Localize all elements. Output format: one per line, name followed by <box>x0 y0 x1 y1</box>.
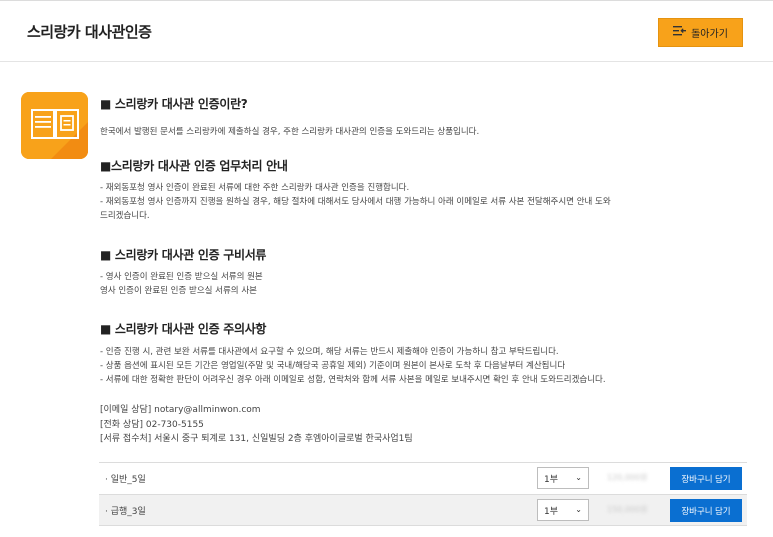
page-title: 스리랑카 대사관인증 <box>27 23 152 41</box>
option-price: 120,000원 <box>607 473 648 482</box>
documents-section: ■ 스리랑카 대사관 인증 구비서류 - 영사 인증이 완료된 인증 받으실 서… <box>100 246 740 298</box>
intro-heading: ■ 스리랑카 대사관 인증이란? <box>100 97 248 111</box>
add-to-cart-button[interactable]: 장바구니 담기 <box>670 499 742 522</box>
cautions-line-2: - 상품 옵션에 표시된 모든 기간은 영업일(주말 및 국내/해당국 공휴일 … <box>100 361 566 371</box>
intro-line: 한국에서 발행된 문서를 스리랑카에 제출하실 경우, 주한 스리랑카 대사관의… <box>100 127 480 137</box>
cautions-line-1: - 인증 진행 시, 관련 보완 서류를 대사관에서 요구할 수 있으며, 해당… <box>100 347 559 357</box>
process-line-2: - 재외동포청 영사 인증까지 진행을 원하실 경우, 해당 절차에 대해서도 … <box>100 197 611 207</box>
quantity-value: 1부 <box>544 506 559 517</box>
option-price: 150,000원 <box>607 505 648 514</box>
quantity-select[interactable]: 1부 ⌄ <box>537 499 589 521</box>
option-name: · 일반_5일 <box>105 475 146 485</box>
contact-address: [서류 접수처] 서울시 중구 퇴계로 131, 신일빌딩 2층 후엠아이글로벌… <box>100 434 413 444</box>
chevron-down-icon: ⌄ <box>575 505 582 514</box>
process-heading: ■스리랑카 대사관 인증 업무처리 안내 <box>100 159 288 173</box>
cautions-heading: ■ 스리랑카 대사관 인증 주의사항 <box>100 322 267 336</box>
contact-section: [이메일 상담] notary@allminwon.com [전화 상담] 02… <box>100 403 740 447</box>
documents-heading: ■ 스리랑카 대사관 인증 구비서류 <box>100 248 267 262</box>
documents-line-1: - 영사 인증이 완료된 인증 받으실 서류의 원본 <box>100 272 263 282</box>
process-section: ■스리랑카 대사관 인증 업무처리 안내 - 재외동포청 영사 인증이 완료된 … <box>100 157 740 223</box>
back-button-label: 돌아가기 <box>691 29 728 40</box>
quantity-value: 1부 <box>544 474 559 485</box>
option-row: · 일반_5일 1부 ⌄ 120,000원 장바구니 담기 <box>99 462 747 494</box>
contact-email: [이메일 상담] notary@allminwon.com <box>100 405 261 415</box>
option-row: · 급행_3일 1부 ⌄ 150,000원 장바구니 담기 <box>99 494 747 526</box>
documents-line-2: 영사 인증이 완료된 인증 받으실 서류의 사본 <box>100 286 257 296</box>
header: 스리랑카 대사관인증 돌아가기 <box>0 0 773 62</box>
cautions-line-3: - 서류에 대한 정확한 판단이 어려우신 경우 아래 이메일로 성함, 연락처… <box>100 375 606 385</box>
document-icon <box>21 92 88 159</box>
back-button[interactable]: 돌아가기 <box>658 18 743 47</box>
option-name: · 급행_3일 <box>105 507 146 517</box>
add-to-cart-button[interactable]: 장바구니 담기 <box>670 467 742 490</box>
contact-phone: [전화 상담] 02-730-5155 <box>100 419 204 430</box>
intro-section: ■ 스리랑카 대사관 인증이란? 한국에서 발행된 문서를 스리랑카에 제출하실… <box>100 95 740 139</box>
cautions-section: ■ 스리랑카 대사관 인증 주의사항 - 인증 진행 시, 관련 보완 서류를 … <box>100 320 740 387</box>
quantity-select[interactable]: 1부 ⌄ <box>537 467 589 489</box>
process-line-1: - 재외동포청 영사 인증이 완료된 서류에 대한 주한 스리랑카 대사관 인증… <box>100 183 410 193</box>
list-back-icon <box>673 25 687 40</box>
chevron-down-icon: ⌄ <box>575 473 582 482</box>
process-line-3: 드리겠습니다. <box>100 211 150 221</box>
